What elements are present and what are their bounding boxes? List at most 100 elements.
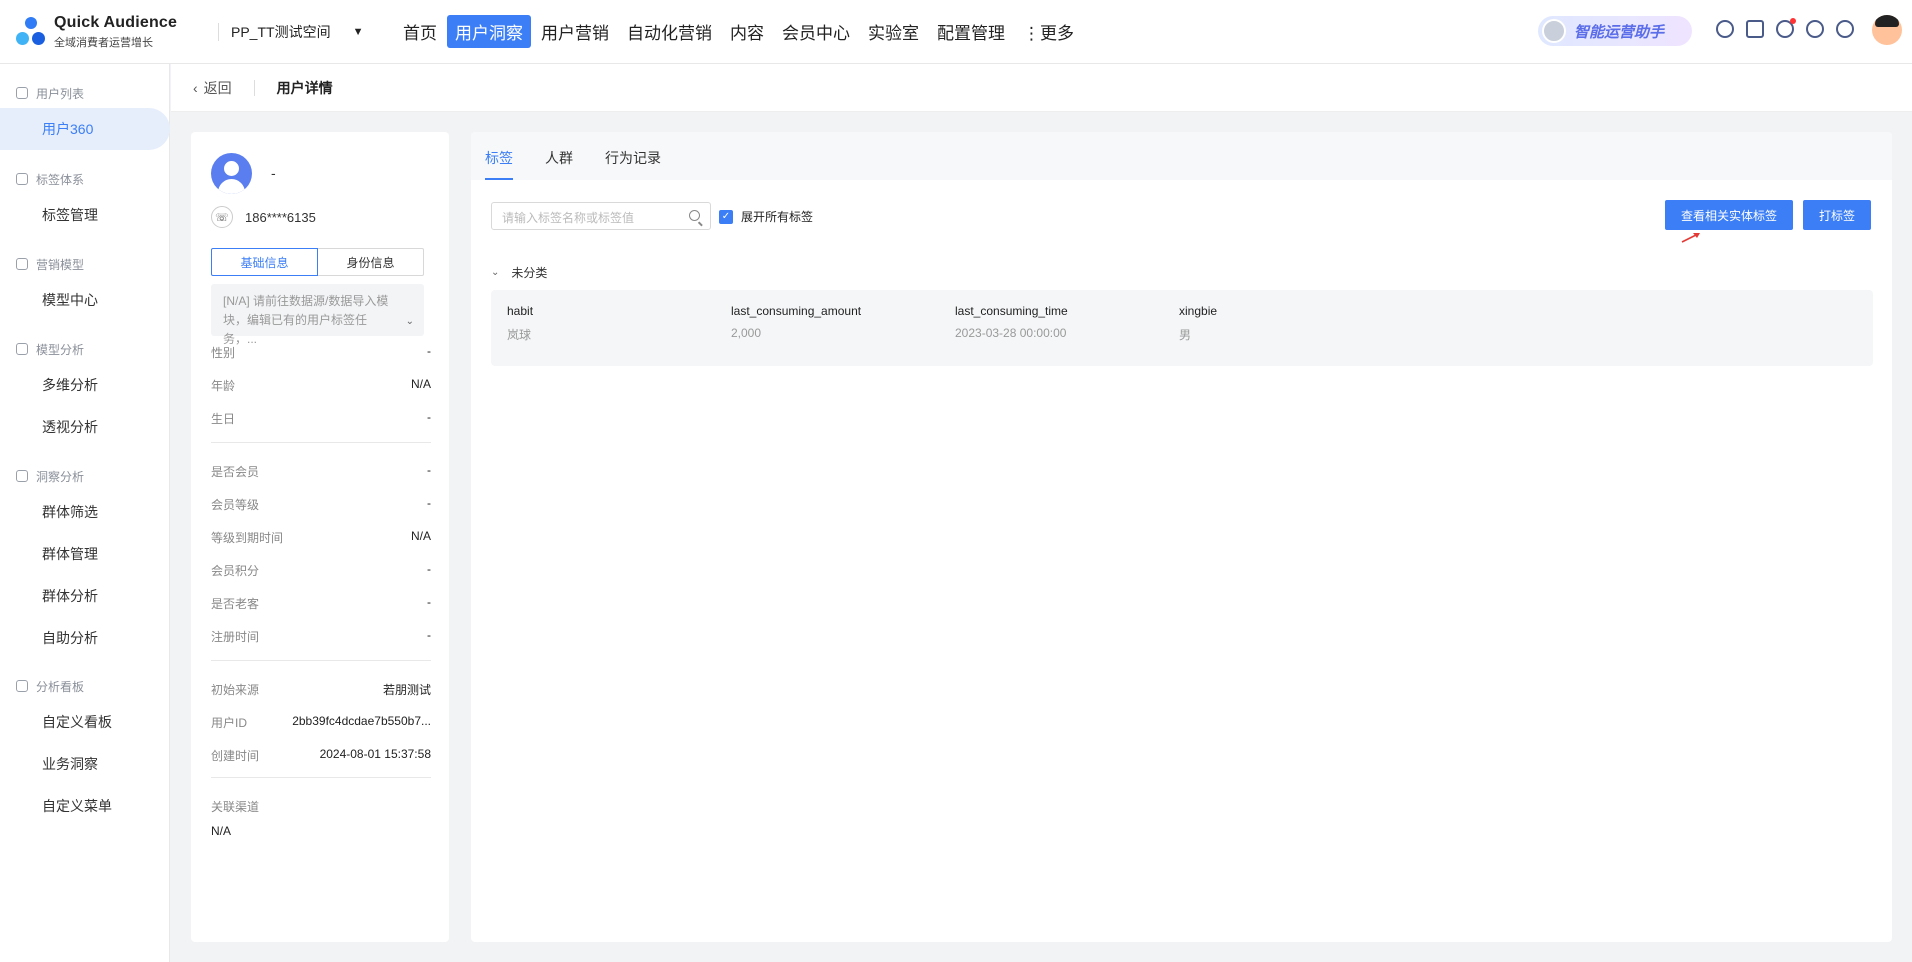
tag-value: 岚球 <box>507 328 532 342</box>
tag-icon <box>16 173 28 185</box>
sidebar-group-model-analysis: 模型分析 <box>0 340 170 358</box>
category-label: 未分类 <box>511 266 548 280</box>
brand-logo-icon <box>16 16 46 47</box>
tag-key: last_consuming_amount <box>731 304 862 318</box>
sidebar-item-multi-analysis[interactable]: 多维分析 <box>0 364 170 406</box>
sidebar-item-group-analysis[interactable]: 群体分析 <box>0 575 170 617</box>
field-row: 是否会员 - <box>211 463 431 479</box>
sidebar-item-model-center[interactable]: 模型中心 <box>0 279 170 321</box>
nav-user-insight[interactable]: 用户洞察 <box>447 15 531 48</box>
field-row: 用户ID 2bb39fc4dcdae7b550b7... <box>211 714 431 730</box>
workspace-selector[interactable]: PP_TT测试空间 ▼ <box>231 22 381 42</box>
phone-icon: ☏ <box>211 206 233 228</box>
expand-all-checkbox[interactable]: ✓ 展开所有标签 <box>719 208 813 225</box>
tag-value: 男 <box>1179 328 1192 342</box>
profile-note-text: [N/A] 请前往数据源/数据导入模块，编辑已有的用户标签任务，... <box>223 294 389 346</box>
field-row: 创建时间 2024-08-01 15:37:58 <box>211 747 431 763</box>
profile-card: - ☏ 186****6135 基础信息 身份信息 [N/A] 请前往数据源/数… <box>191 132 449 942</box>
user-avatar[interactable] <box>1872 15 1902 45</box>
nav-more[interactable]: ⋮更多 <box>1015 15 1082 48</box>
field-row: 会员等级 - <box>211 496 431 512</box>
tab-audience[interactable]: 人群 <box>545 148 573 180</box>
search-icon[interactable] <box>689 210 700 221</box>
globe-icon[interactable] <box>1836 20 1854 38</box>
add-tag-button[interactable]: 打标签 <box>1803 200 1871 230</box>
main-nav: 首页 用户洞察 用户营销 自动化营销 内容 会员中心 实验室 配置管理 ⋮更多 <box>395 15 1084 48</box>
page-title: 用户详情 <box>276 79 333 96</box>
field-row: 生日 - <box>211 410 431 426</box>
field-row: 等级到期时间 N/A <box>211 529 431 545</box>
chevron-down-icon: ⌄ <box>491 267 500 278</box>
settings-icon[interactable] <box>1716 20 1734 38</box>
brand-logo[interactable]: Quick Audience 全域消費者运营增长 <box>16 14 200 50</box>
tag-key: xingbie <box>1179 304 1218 318</box>
profile-note[interactable]: [N/A] 请前往数据源/数据导入模块，编辑已有的用户标签任务，... ⌄ <box>211 284 424 346</box>
tag-key: habit <box>507 304 534 318</box>
sidebar-item-group-manage[interactable]: 群体管理 <box>0 533 170 575</box>
checkbox-checked-icon: ✓ <box>719 209 733 224</box>
sidebar-group-marketing-model: 营销模型 <box>0 255 170 273</box>
help-icon[interactable] <box>1806 20 1824 38</box>
assistant-label: 智能运营助手 <box>1574 23 1665 41</box>
sidebar-group-user-list: 用户列表 <box>0 84 170 102</box>
tab-basic-info[interactable]: 基础信息 <box>211 248 318 276</box>
nav-content[interactable]: 内容 <box>722 15 772 48</box>
profile-tabs: 基础信息 身份信息 <box>211 248 424 276</box>
send-icon <box>16 258 28 270</box>
pie-chart-icon <box>16 680 28 692</box>
tag-item: habit 岚球 <box>507 304 533 343</box>
header-tools <box>1716 18 1866 38</box>
bell-icon[interactable] <box>1776 18 1796 38</box>
chevron-left-icon: ‹ <box>193 79 198 96</box>
sidebar-item-tag-manage[interactable]: 标签管理 <box>0 194 170 236</box>
nav-home[interactable]: 首页 <box>395 15 445 48</box>
briefcase-icon[interactable] <box>1746 20 1764 38</box>
sidebar-item-business-insight[interactable]: 业务洞察 <box>0 743 170 785</box>
brand-name: Quick Audience <box>54 13 178 31</box>
nav-config[interactable]: 配置管理 <box>929 15 1013 48</box>
field-row: 性别 - <box>211 344 431 360</box>
sidebar-item-group-filter[interactable]: 群体筛选 <box>0 491 170 533</box>
notification-dot <box>1790 18 1796 24</box>
sidebar-item-user360[interactable]: 用户360 <box>0 108 170 150</box>
tab-behavior-records[interactable]: 行为记录 <box>605 148 661 180</box>
view-related-entity-tags-button[interactable]: 查看相关实体标签 <box>1665 200 1793 230</box>
nav-automation-marketing[interactable]: 自动化营销 <box>619 15 720 48</box>
field-row: 会员积分 - <box>211 562 431 578</box>
nav-user-marketing[interactable]: 用户营销 <box>533 15 617 48</box>
annotation-arrow-icon <box>1681 233 1700 243</box>
breadcrumb: ‹ 返回 用户详情 <box>171 64 1912 112</box>
tag-panel: 标签 人群 行为记录 请输入标签名称或标签值 ✓ 展开所有标签 查看相关实体标签… <box>471 132 1892 942</box>
tab-tags[interactable]: 标签 <box>485 148 513 180</box>
sidebar: 用户列表 用户360 标签体系 标签管理 营销模型 模型中心 模型分析 多维分析… <box>0 64 170 962</box>
sidebar-item-self-analysis[interactable]: 自助分析 <box>0 617 170 659</box>
sidebar-group-insight-analysis: 洞察分析 <box>0 467 170 485</box>
main-tabs: 标签 人群 行为记录 <box>471 132 1892 180</box>
section-divider <box>211 442 431 443</box>
field-row: 年龄 N/A <box>211 377 431 393</box>
back-link[interactable]: ‹ 返回 <box>193 78 232 98</box>
layers-icon <box>16 87 28 99</box>
channel-value: N/A <box>211 824 232 838</box>
tag-item: xingbie 男 <box>1179 304 1217 343</box>
assistant-button[interactable]: 智能运营助手 <box>1538 16 1692 46</box>
sidebar-group-dashboard: 分析看板 <box>0 677 170 695</box>
tag-list: habit 岚球 last_consuming_amount 2,000 las… <box>491 290 1873 366</box>
tag-key: last_consuming_time <box>955 304 1068 318</box>
tag-item: last_consuming_amount 2,000 <box>731 304 861 340</box>
nav-member-center[interactable]: 会员中心 <box>774 15 858 48</box>
tag-value: 2,000 <box>731 326 762 340</box>
sidebar-item-custom-dashboard[interactable]: 自定义看板 <box>0 701 170 743</box>
caret-down-icon: ▼ <box>352 25 364 38</box>
sidebar-item-pivot-analysis[interactable]: 透视分析 <box>0 406 170 448</box>
category-header[interactable]: ⌄ 未分类 <box>491 264 547 281</box>
field-row: 注册时间 - <box>211 628 431 644</box>
tab-identity-info[interactable]: 身份信息 <box>318 248 424 276</box>
tag-search-input[interactable]: 请输入标签名称或标签值 <box>491 202 711 230</box>
top-bar: Quick Audience 全域消費者运营增长 PP_TT测试空间 ▼ 首页 … <box>0 0 1912 64</box>
expand-all-label: 展开所有标签 <box>741 210 814 224</box>
chevron-down-icon[interactable]: ⌄ <box>406 312 414 331</box>
sidebar-item-custom-menu[interactable]: 自定义菜单 <box>0 785 170 827</box>
nav-lab[interactable]: 实验室 <box>860 15 927 48</box>
sidebar-group-tag-system: 标签体系 <box>0 170 170 188</box>
